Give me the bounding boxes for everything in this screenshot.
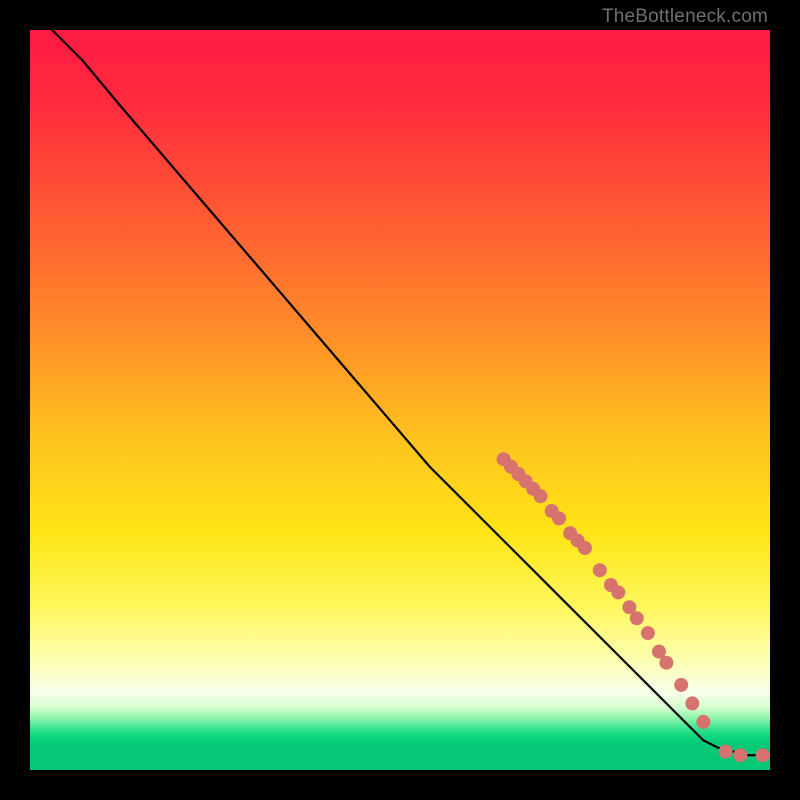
highlight-dot [552, 511, 566, 525]
highlight-dot [674, 678, 688, 692]
highlight-dot [611, 585, 625, 599]
highlight-dot [641, 626, 655, 640]
chart-frame [30, 30, 770, 770]
highlight-dot [685, 696, 699, 710]
highlight-dot [578, 541, 592, 555]
highlight-dot [696, 715, 710, 729]
highlight-dot [719, 745, 733, 759]
chart-svg [30, 30, 770, 770]
highlight-dot [659, 656, 673, 670]
highlight-dot [630, 611, 644, 625]
gradient-background [30, 30, 770, 770]
highlight-dot [593, 563, 607, 577]
watermark-text: TheBottleneck.com [602, 6, 768, 28]
highlight-dot [756, 748, 770, 762]
highlight-dot [733, 748, 747, 762]
highlight-dot [534, 489, 548, 503]
